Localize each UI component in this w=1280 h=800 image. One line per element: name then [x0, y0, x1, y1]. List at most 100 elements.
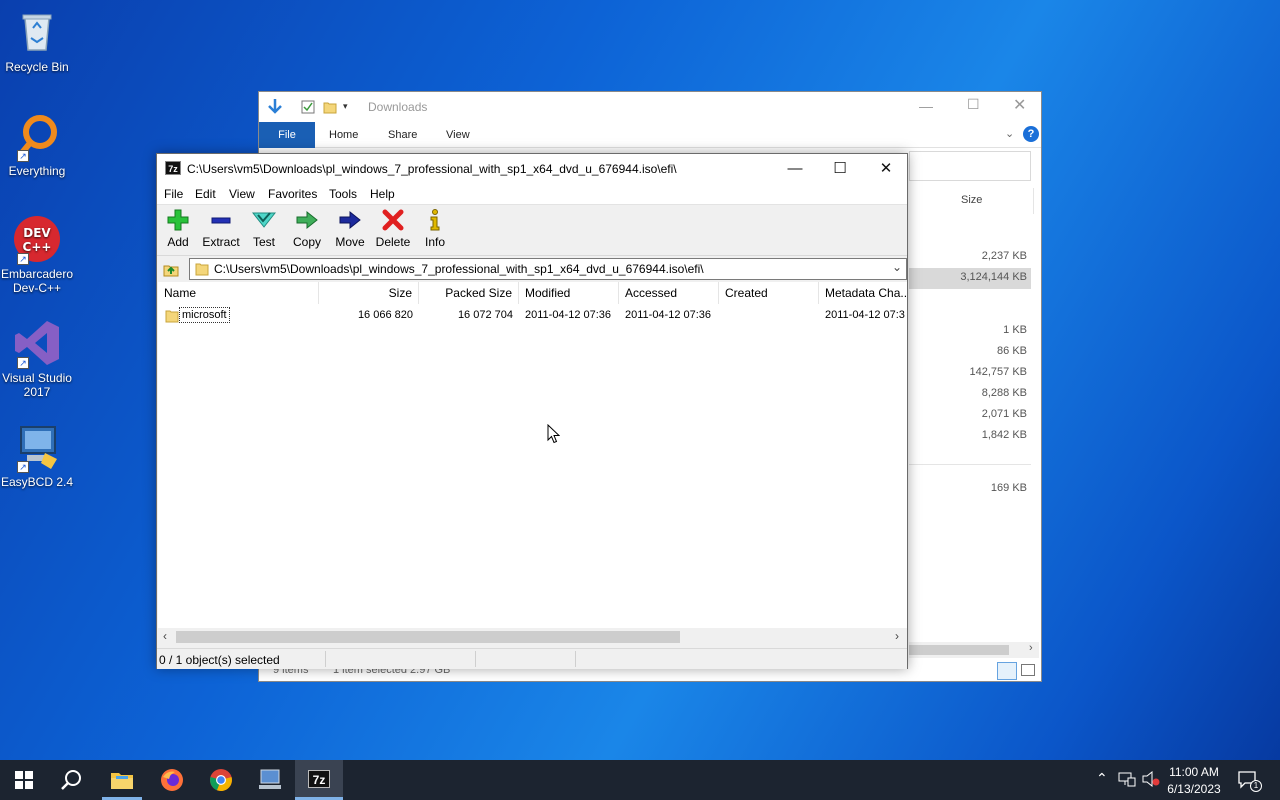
size-column-header[interactable]: Size: [961, 194, 982, 206]
scroll-left-icon[interactable]: ‹: [163, 629, 167, 643]
taskbar-chrome[interactable]: [197, 760, 245, 800]
row-packed-size: 16 072 704: [457, 309, 513, 321]
taskbar-network-app[interactable]: [246, 760, 294, 800]
up-folder-icon[interactable]: [163, 261, 179, 280]
extract-button[interactable]: Extract: [199, 209, 243, 249]
add-button[interactable]: Add: [156, 209, 200, 249]
file-size: 3,124,144 KB: [960, 271, 1027, 283]
move-arrow-icon: [328, 209, 372, 233]
tab-home[interactable]: Home: [329, 122, 358, 148]
column-accessed[interactable]: Accessed: [619, 282, 719, 304]
delete-button[interactable]: Delete: [371, 209, 415, 249]
column-name[interactable]: Name: [158, 282, 319, 304]
group-divider: [909, 464, 1031, 465]
start-button[interactable]: [0, 760, 48, 800]
menu-help[interactable]: Help: [370, 187, 395, 201]
explorer-hscroll[interactable]: ›: [909, 642, 1039, 658]
tab-view[interactable]: View: [446, 122, 470, 148]
desktop-icon-easybcd[interactable]: ↗ EasyBCD 2.4: [0, 423, 74, 489]
sevenzip-minimize-button[interactable]: —: [772, 154, 818, 184]
tab-file[interactable]: File: [259, 122, 315, 148]
network-icon[interactable]: [1118, 771, 1136, 790]
desktop-icon-visual-studio[interactable]: ↗ Visual Studio 2017: [0, 319, 74, 399]
shortcut-arrow-icon: ↗: [17, 253, 29, 265]
status-bar: 0 / 1 object(s) selected: [157, 648, 907, 669]
windows-logo-icon: [15, 771, 33, 789]
column-size[interactable]: Size: [319, 282, 419, 304]
clock-time[interactable]: 11:00 AM: [1164, 765, 1224, 779]
copy-button[interactable]: Copy: [285, 209, 329, 249]
explorer-maximize-button[interactable]: ☐: [967, 96, 980, 113]
folder-icon: [195, 262, 209, 279]
desktop-icon-label: Recycle Bin: [5, 60, 69, 74]
explorer-search-box[interactable]: [909, 151, 1031, 181]
explorer-hscroll-thumb[interactable]: [909, 645, 1009, 655]
desktop-icon-label: Everything: [8, 164, 66, 178]
address-dropdown-icon[interactable]: ⌄: [892, 260, 902, 274]
magnifier-icon: ↗: [13, 112, 61, 162]
menu-favorites[interactable]: Favorites: [268, 187, 317, 201]
sevenzip-window[interactable]: 7z C:\Users\vm5\Downloads\pl_windows_7_p…: [156, 153, 908, 669]
ribbon-expand-icon[interactable]: ⌄: [1005, 127, 1014, 140]
properties-icon[interactable]: [301, 100, 315, 117]
info-button[interactable]: Info: [413, 209, 457, 249]
taskbar: 7z ⌃ 11:00 AM 6/13/2023 1: [0, 760, 1280, 800]
help-icon[interactable]: ?: [1023, 126, 1039, 142]
visual-studio-icon: ↗: [13, 319, 61, 369]
desktop-icon-label: Visual Studio 2017: [2, 371, 72, 399]
explorer-close-button[interactable]: ✕: [1013, 95, 1026, 115]
svg-text:C++: C++: [23, 240, 52, 254]
file-list-hscroll[interactable]: ‹ ›: [158, 628, 907, 646]
shortcut-arrow-icon: ↗: [17, 150, 29, 162]
sevenzip-maximize-button[interactable]: ☐: [817, 154, 863, 184]
explorer-minimize-button[interactable]: —: [919, 98, 933, 114]
file-size: 2,071 KB: [981, 408, 1027, 420]
desktop-icon-devcpp[interactable]: DEV C++ ↗ Embarcadero Dev-C++: [0, 215, 74, 295]
menu-file[interactable]: File: [164, 187, 183, 201]
taskbar-firefox[interactable]: [148, 760, 196, 800]
show-hidden-icons-chevron-icon[interactable]: ⌃: [1096, 770, 1108, 787]
test-button[interactable]: Test: [242, 209, 286, 249]
file-size: 169 KB: [990, 482, 1027, 494]
status-divider: [575, 651, 576, 667]
menu-tools[interactable]: Tools: [329, 187, 357, 201]
explorer-titlebar: ▾ Downloads — ☐ ✕: [259, 92, 1041, 122]
info-label: Info: [424, 235, 445, 249]
move-button[interactable]: Move: [328, 209, 372, 249]
details-view-icon[interactable]: [997, 662, 1017, 680]
hscroll-thumb[interactable]: [176, 631, 680, 643]
search-button[interactable]: [48, 760, 96, 800]
desktop-icon-label: Embarcadero Dev-C++: [0, 267, 74, 295]
row-name: microsoft: [179, 307, 230, 323]
scroll-right-icon[interactable]: ›: [895, 629, 899, 643]
row-modified: 2011-04-12 07:36: [525, 309, 612, 321]
large-icons-view-icon[interactable]: [1021, 664, 1035, 676]
desktop-icon-everything[interactable]: ↗ Everything: [0, 112, 74, 178]
menu-view[interactable]: View: [229, 187, 255, 201]
menu-edit[interactable]: Edit: [195, 187, 216, 201]
column-created[interactable]: Created: [719, 282, 819, 304]
chrome-icon: [210, 769, 232, 792]
scroll-right-icon[interactable]: ›: [1029, 642, 1033, 654]
explorer-ribbon-tabs: File Home Share View ⌄ ?: [259, 122, 1041, 148]
clock-date[interactable]: 6/13/2023: [1164, 782, 1224, 796]
address-input[interactable]: C:\Users\vm5\Downloads\pl_windows_7_prof…: [189, 258, 907, 280]
column-metadata-changed[interactable]: Metadata Cha...: [819, 282, 907, 304]
column-packed-size[interactable]: Packed Size: [419, 282, 519, 304]
column-modified[interactable]: Modified: [519, 282, 619, 304]
add-label: Add: [167, 235, 189, 249]
sevenzip-close-button[interactable]: ✕: [863, 154, 909, 184]
desktop-icon-recycle-bin[interactable]: Recycle Bin: [0, 8, 74, 74]
volume-muted-icon[interactable]: [1142, 770, 1160, 790]
file-list[interactable]: Name Size Packed Size Modified Accessed …: [158, 282, 907, 628]
taskbar-file-explorer[interactable]: [98, 760, 146, 800]
quick-access-dropdown-icon[interactable]: ▾: [343, 101, 348, 112]
table-row[interactable]: microsoft 16 066 820 16 072 704 2011-04-…: [158, 306, 907, 326]
info-icon: [413, 209, 457, 233]
new-folder-icon[interactable]: [323, 100, 337, 117]
row-accessed: 2011-04-12 07:36: [625, 309, 712, 321]
desktop-icon-label: EasyBCD 2.4: [0, 475, 74, 489]
taskbar-7zip[interactable]: 7z: [295, 760, 343, 800]
search-icon: [61, 770, 81, 790]
tab-share[interactable]: Share: [388, 122, 417, 148]
